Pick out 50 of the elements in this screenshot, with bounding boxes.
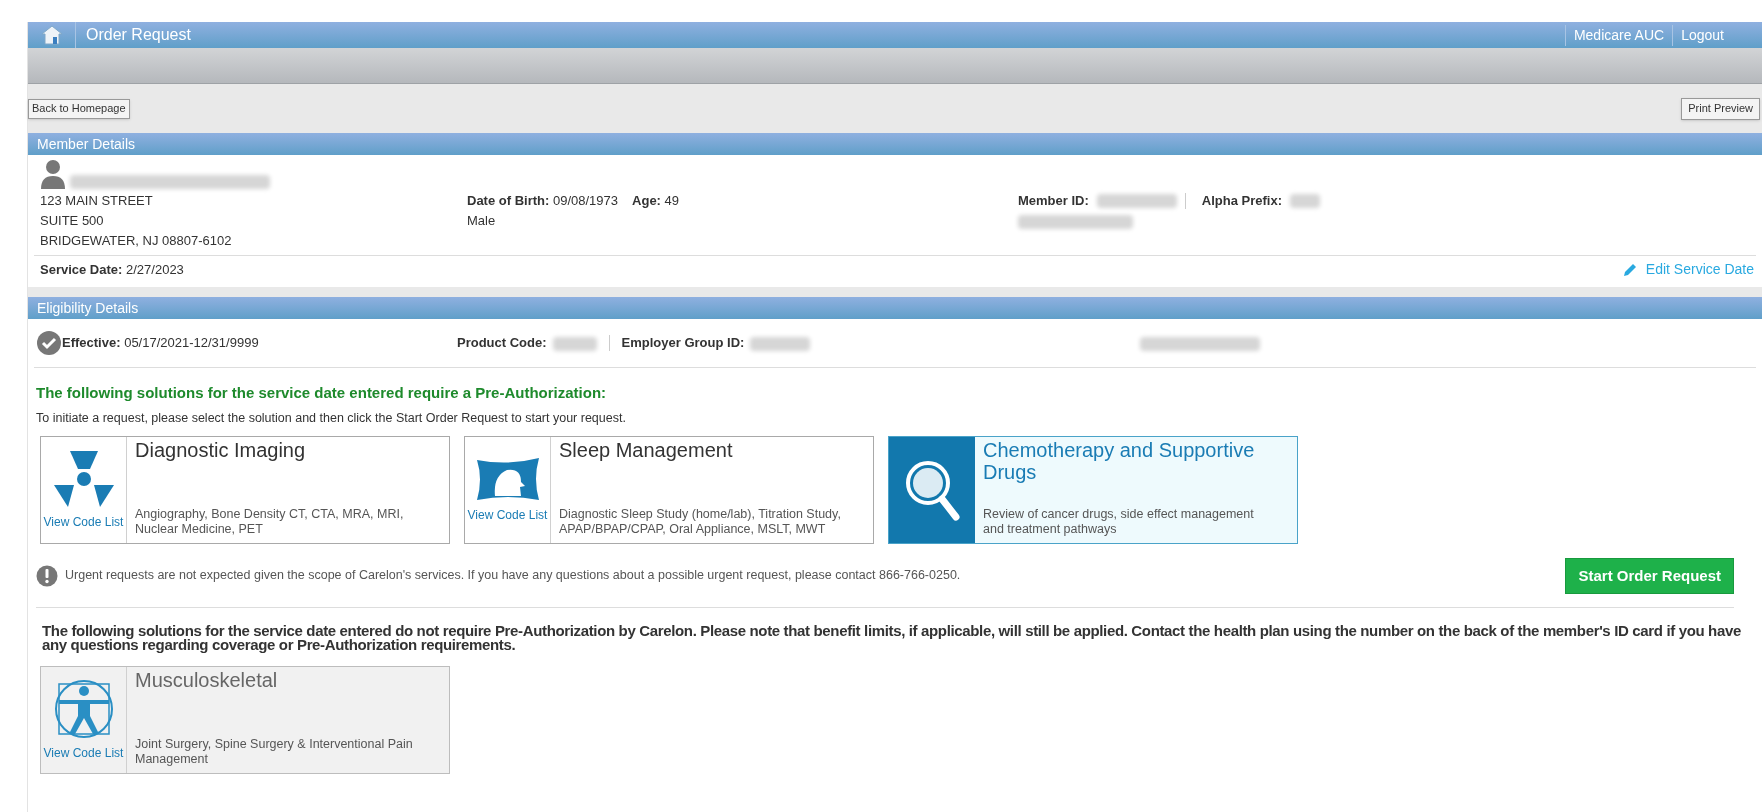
preauth-heading: The following solutions for the service date entered require a Pre-Authorization: (36, 383, 608, 403)
solution-card[interactable]: View Code List Sleep Management Diagnostic Sleep Study (home/lab), Titration Study, APAP/BPAP/CPAP, Oral Appliance, MSLT, MWT (464, 436, 874, 545)
no-preauth-heading: The following solutions for the service date entered do not require Pre-Authorization by Carelon. Please note that benefit limits, if applicable, will still be applied. Contact the health plan using the number on the back of the member's ID card if you have any questions regarding coverage or Pre-Authorization requirements. (42, 624, 1742, 653)
start-order-request-button[interactable]: Start Order Request (1565, 557, 1734, 594)
header-link[interactable]: Medicare AUC (1564, 24, 1673, 46)
pencil-icon (1621, 261, 1638, 278)
service-date: Service Date: 2/27/2023 (40, 260, 184, 279)
redacted-text (552, 336, 597, 351)
effective-dates: Effective: 05/17/2021-12/31/9999 (62, 334, 260, 353)
view-code-list-link[interactable]: View Code List (43, 744, 124, 763)
alpha-prefix-label: Alpha Prefix: (1201, 192, 1282, 210)
exclamation-circle-icon (36, 564, 58, 587)
header-link[interactable]: Logout (1672, 24, 1732, 46)
pillow-head-icon (474, 456, 541, 503)
urgent-note: Urgent requests are not expected given the scope of Carelon's services. If you have any questions about a possible urgent request, please contact 866-766-0250. (65, 567, 961, 585)
human-figure-icon (52, 678, 115, 741)
solution-card[interactable]: Chemotherapy and Supportive Drugs Review of cancer drugs, side effect management and treatment pathways (888, 436, 1298, 545)
solution-description: Joint Surgery, Spine Surgery & Interventional Pain Management (135, 737, 414, 768)
solution-card[interactable]: View Code List Diagnostic Imaging Angiography, Bone Density CT, CTA, MRA, MRI, Nuclear Medicine, PET (40, 436, 450, 545)
employer-group-label: Employer Group ID: (621, 334, 745, 353)
home-icon[interactable] (40, 25, 63, 45)
address-line: SUITE 500 (40, 212, 105, 230)
check-circle-icon (36, 330, 62, 356)
member-id-label: Member ID: (1018, 192, 1089, 210)
gender: Male (467, 212, 497, 230)
solution-title: Sleep Management (559, 439, 734, 462)
person-icon (40, 159, 66, 189)
solution-description: Angiography, Bone Density CT, CTA, MRA, MRI, Nuclear Medicine, PET (135, 507, 405, 538)
section-header: Eligibility Details (28, 297, 1762, 319)
age: Age: 49 (632, 192, 680, 210)
solution-description: Review of cancer drugs, side effect management and treatment pathways (983, 507, 1255, 538)
view-code-list-link[interactable]: View Code List (467, 506, 548, 525)
product-code-label: Product Code: (457, 334, 547, 353)
date-of-birth: Date of Birth: 09/08/1973 (467, 192, 619, 210)
page-title: Order Request (86, 25, 191, 45)
solution-title: Diagnostic Imaging (135, 439, 307, 462)
solution-description: Diagnostic Sleep Study (home/lab), Titration Study, APAP/BPAP/CPAP, Oral Appliance, MSLT, MWT (559, 507, 842, 538)
address-line: 123 MAIN STREET (40, 192, 154, 210)
edit-service-date-link[interactable]: Edit Service Date (1621, 259, 1754, 280)
solution-title: Chemotherapy and Supportive Drugs (983, 439, 1256, 484)
redacted-text (1290, 194, 1320, 208)
instruction-text: To initiate a request, please select the solution and then click the Start Order Request to start your request. (36, 409, 627, 427)
redacted-text (750, 336, 811, 351)
solution-card[interactable]: View Code List Musculoskeletal Joint Surgery, Spine Surgery & Interventional Pain Management (40, 666, 450, 775)
section-header: Member Details (28, 133, 1762, 155)
view-code-list-link[interactable]: View Code List (43, 513, 124, 532)
solution-title: Musculoskeletal (135, 669, 279, 692)
print-preview-button[interactable]: Print Preview (1681, 97, 1760, 120)
back-to-homepage-button[interactable]: Back to Homepage (28, 98, 130, 119)
address-line: BRIDGEWATER, NJ 08807-6102 (40, 232, 233, 250)
